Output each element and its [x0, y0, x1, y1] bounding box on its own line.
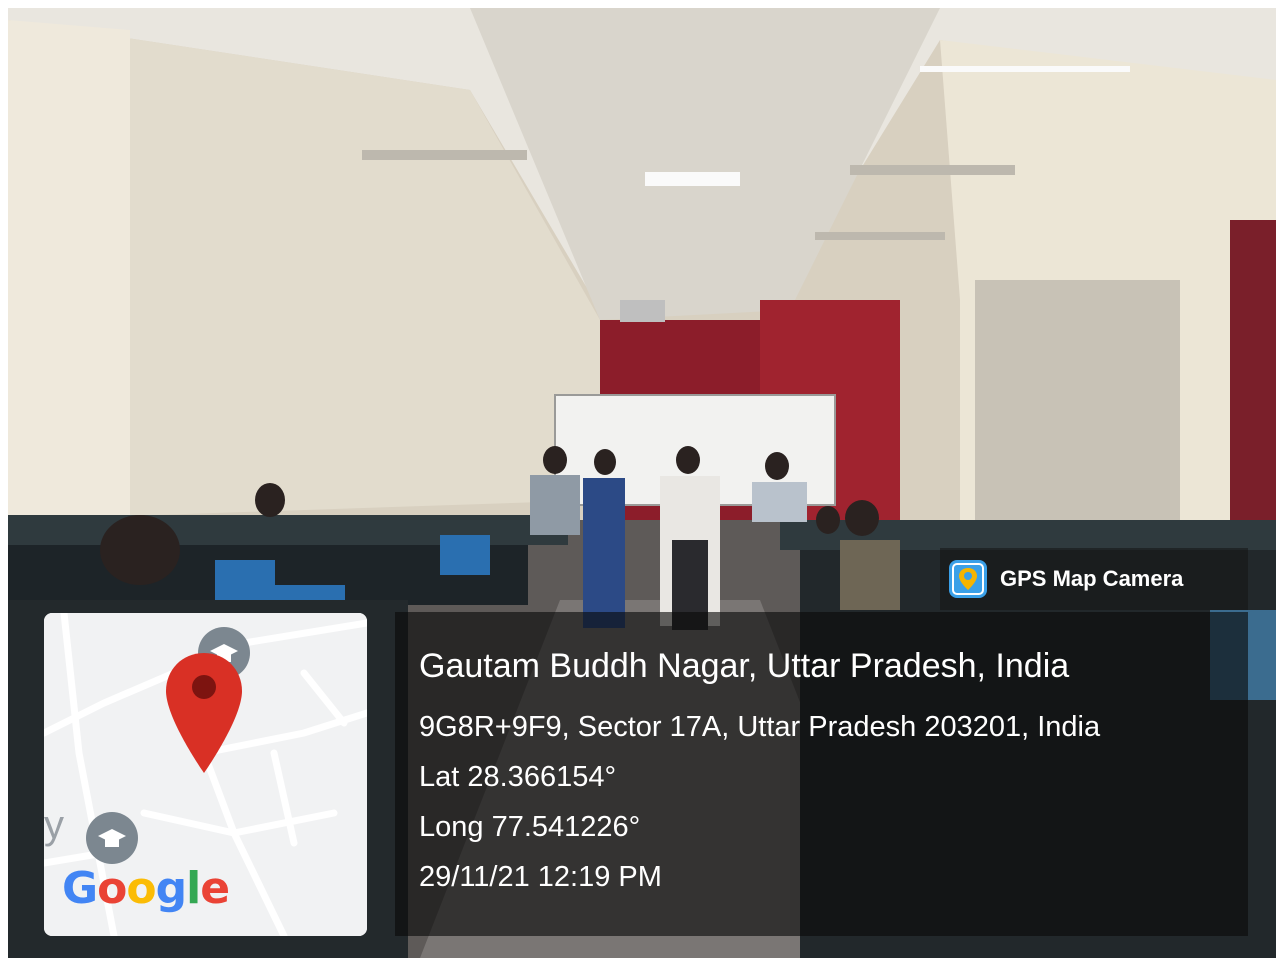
- map-partial-label: y: [44, 803, 64, 847]
- longitude-text: Long 77.541226°: [419, 811, 641, 843]
- gps-map-camera-icon: [949, 560, 987, 598]
- location-title: Gautam Buddh Nagar, Uttar Pradesh, India: [419, 647, 1070, 685]
- map-thumbnail: y Google: [44, 613, 367, 936]
- app-name-label: GPS Map Camera: [1000, 566, 1184, 591]
- datetime-text: 29/11/21 12:19 PM: [419, 861, 662, 893]
- graduation-cap-icon: [86, 812, 138, 864]
- latitude-text: Lat 28.366154°: [419, 761, 617, 793]
- address-text: 9G8R+9F9, Sector 17A, Uttar Pradesh 2032…: [419, 711, 1101, 743]
- gps-map-camera-badge: GPS Map Camera: [940, 548, 1248, 610]
- location-info-panel: Gautam Buddh Nagar, Uttar Pradesh, India…: [395, 612, 1248, 936]
- google-logo: Google: [62, 863, 230, 914]
